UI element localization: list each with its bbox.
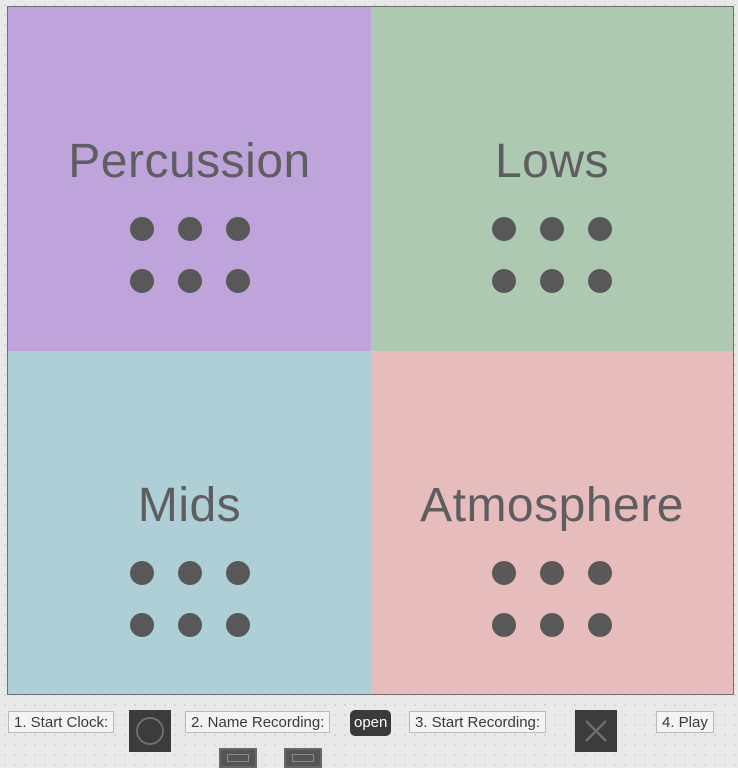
open-button[interactable]: open [350,710,392,736]
pad-dots [129,561,250,637]
quadrant-mids[interactable]: Mids [8,351,371,694]
quadrant-atmosphere[interactable]: Atmosphere [371,351,733,694]
pad-dots [129,217,250,293]
pad-dot[interactable] [492,217,516,241]
pad-dot[interactable] [588,217,612,241]
pad-dots [492,561,612,637]
pad-dot[interactable] [492,561,516,585]
pad-dot[interactable] [129,561,154,585]
pad-dot[interactable] [177,269,202,293]
toggle-control[interactable] [219,748,257,768]
start-recording-label: 3. Start Recording: [409,711,547,733]
quadrant-title: Lows [494,135,610,188]
pad-dot[interactable] [177,613,202,637]
quadrant-title: Atmosphere [420,479,684,532]
pad-dot[interactable] [588,561,612,585]
pad-dot[interactable] [492,269,516,293]
quadrant-title: Percussion [68,135,311,188]
pad-dot[interactable] [177,561,202,585]
pad-dot[interactable] [588,613,612,637]
toggle-control[interactable] [284,748,322,768]
quadrant-lows[interactable]: Lows [371,7,733,351]
pad-dot[interactable] [177,217,202,241]
start-clock-label: 1. Start Clock: [8,711,115,733]
name-recording-label: 2. Name Recording: [185,711,331,733]
pad-dot[interactable] [225,561,250,585]
pad-dots [492,217,612,293]
pad-dot[interactable] [225,269,250,293]
pad-dot[interactable] [225,217,250,241]
pad-dot[interactable] [540,613,564,637]
pad-dot[interactable] [225,613,250,637]
pad-dot[interactable] [540,561,564,585]
x-icon [585,720,607,742]
pad-dot[interactable] [129,613,154,637]
pad-dot[interactable] [588,269,612,293]
play-button[interactable]: 4. Play [656,711,714,733]
pad-dot[interactable] [492,613,516,637]
start-recording-toggle[interactable] [575,710,617,752]
pad-dot[interactable] [540,269,564,293]
circle-icon [136,717,164,745]
quadrant-title: Mids [137,479,242,532]
pad-grid: Percussion Lows Mids Atmosphere [7,6,734,695]
pad-dot[interactable] [129,217,154,241]
pad-dot[interactable] [129,269,154,293]
pad-dot[interactable] [540,217,564,241]
start-clock-toggle[interactable] [129,710,171,752]
quadrant-percussion[interactable]: Percussion [8,7,371,351]
